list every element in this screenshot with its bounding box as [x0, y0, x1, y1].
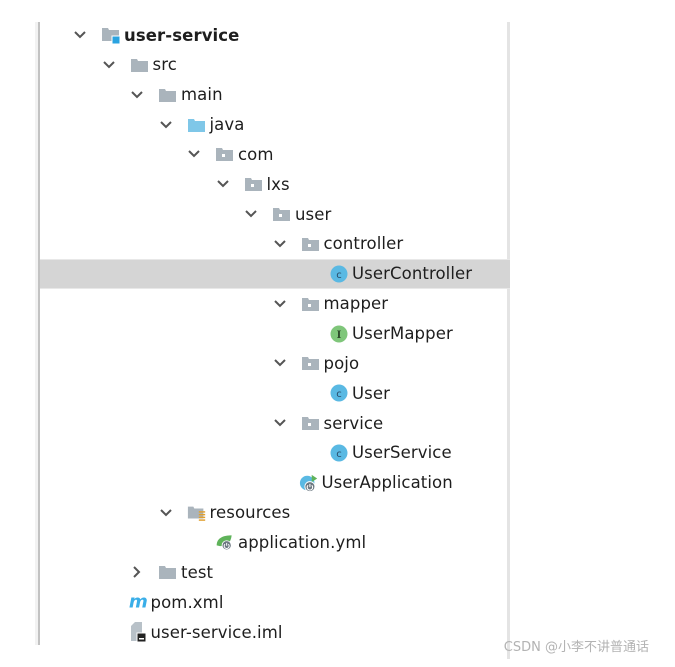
folder-icon	[130, 55, 150, 75]
svg-text:c: c	[336, 270, 342, 281]
chevron-down-icon[interactable]	[159, 506, 173, 520]
maven-icon: m	[128, 592, 148, 612]
chevron-down-icon[interactable]	[244, 207, 258, 221]
class-icon: c	[329, 443, 349, 463]
tree-node-src[interactable]: src	[40, 50, 510, 80]
tree-node-controller[interactable]: controller	[40, 229, 510, 259]
svg-text:m: m	[128, 592, 147, 612]
package-icon	[215, 144, 235, 164]
package-icon	[301, 294, 321, 314]
tree-node-lxs[interactable]: lxs	[40, 169, 510, 199]
spring-boot-application-icon	[299, 473, 319, 493]
module-folder-icon	[101, 25, 121, 45]
chevron-down-icon[interactable]	[73, 28, 87, 42]
tree-node-label: controller	[323, 234, 404, 254]
svg-text:c: c	[336, 389, 342, 400]
interface-icon: I	[329, 324, 349, 344]
folder-icon	[158, 85, 178, 105]
tree-node-label: application.yml	[238, 532, 367, 552]
tree-node-user[interactable]: c User	[40, 378, 510, 408]
tree-node-label: user-service.iml	[150, 622, 283, 642]
spring-config-icon	[215, 532, 235, 552]
tree-node-userservice[interactable]: c UserService	[40, 438, 510, 468]
tree-node-test[interactable]: test	[40, 557, 510, 587]
tree-node-label: pojo	[323, 353, 360, 373]
tree-node-label: User	[352, 383, 391, 403]
folder-icon	[158, 562, 178, 582]
tree-node-application-yml[interactable]: application.yml	[40, 527, 510, 557]
tree-node-user[interactable]: user	[40, 199, 510, 229]
chevron-down-icon[interactable]	[273, 416, 287, 430]
chevron-down-icon[interactable]	[273, 237, 287, 251]
chevron-down-icon[interactable]	[273, 297, 287, 311]
tree-node-label: service	[323, 413, 384, 433]
tree-node-label: resources	[209, 503, 291, 523]
tree-node-resources[interactable]: resources	[40, 498, 510, 528]
tree-node-label: src	[152, 55, 177, 75]
tree-node-label: test	[181, 562, 214, 582]
tree-node-main[interactable]: main	[40, 80, 510, 110]
package-icon	[301, 234, 321, 254]
class-icon: c	[329, 383, 349, 403]
tree-node-label: user	[295, 204, 332, 224]
tree-node-label: lxs	[266, 174, 290, 194]
chevron-down-icon[interactable]	[102, 58, 116, 72]
chevron-down-icon[interactable]	[130, 88, 144, 102]
chevron-down-icon[interactable]	[159, 118, 173, 132]
tree-node-user-service-iml[interactable]: user-service.iml	[40, 617, 510, 647]
tree-node-pom-xml[interactable]: m pom.xml	[40, 587, 510, 617]
tree-node-label: user-service	[124, 25, 240, 45]
tree-node-mapper[interactable]: mapper	[40, 289, 510, 319]
package-icon	[301, 353, 321, 373]
chevron-down-icon[interactable]	[187, 147, 201, 161]
tree-node-usercontroller[interactable]: c UserController	[40, 258, 510, 289]
tree-node-userapplication[interactable]: UserApplication	[40, 468, 510, 498]
class-icon: c	[329, 264, 349, 284]
tree-node-com[interactable]: com	[40, 139, 510, 169]
tree-node-label: UserApplication	[321, 473, 453, 493]
tree-node-label: main	[181, 85, 223, 105]
package-icon	[244, 174, 264, 194]
tree-node-label: UserService	[352, 443, 452, 463]
tree-node-label: UserController	[352, 264, 473, 284]
chevron-down-icon[interactable]	[273, 356, 287, 370]
tree-node-label: java	[209, 115, 245, 135]
svg-text:I: I	[337, 330, 342, 341]
tree-node-label: UserMapper	[352, 324, 453, 343]
iml-file-icon	[128, 622, 148, 643]
tree-node-label: com	[238, 144, 274, 164]
tree-node-label: pom.xml	[150, 592, 224, 612]
resources-folder-icon	[187, 503, 207, 523]
watermark: CSDN @小李不讲普通话	[503, 640, 649, 655]
package-icon	[301, 413, 321, 433]
tree-node-usermapper[interactable]: I UserMapper	[40, 319, 510, 349]
chevron-down-icon[interactable]	[216, 177, 230, 191]
svg-text:c: c	[336, 449, 342, 460]
package-icon	[272, 204, 292, 224]
project-tree: user-service src main java com lxs user control…	[40, 22, 510, 645]
tree-node-service[interactable]: service	[40, 408, 510, 438]
chevron-right-icon[interactable]	[130, 565, 144, 579]
source-root-folder-icon	[187, 115, 207, 135]
tree-node-label: mapper	[323, 294, 389, 314]
tree-node-user-service[interactable]: user-service	[40, 20, 510, 50]
tree-node-java[interactable]: java	[40, 110, 510, 140]
tree-node-pojo[interactable]: pojo	[40, 348, 510, 378]
